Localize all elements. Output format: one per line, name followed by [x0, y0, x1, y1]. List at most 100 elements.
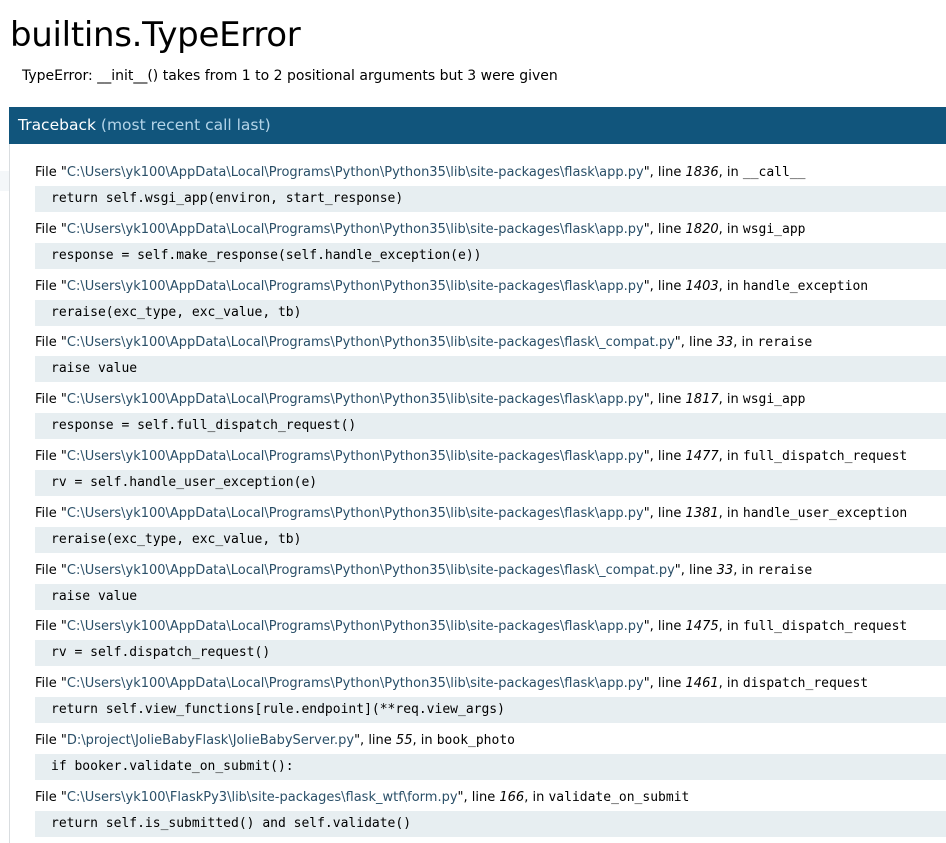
frame-function: __call__ [742, 165, 806, 180]
frame-function: full_dispatch_request [742, 619, 908, 635]
frame-lineno: 33 [716, 562, 734, 578]
traceback-frame[interactable]: File "C:\Users\yk100\AppData\Local\Progr… [35, 390, 946, 440]
frame-function: reraise [757, 335, 813, 351]
left-edge-marker [0, 171, 9, 191]
frame-function: wsgi_app [742, 392, 806, 408]
frame-function: validate_on_submit [548, 789, 690, 805]
frame-filename: C:\Users\yk100\AppData\Local\Programs\Py… [66, 278, 644, 294]
frame-lineno: 1403 [685, 278, 719, 294]
frame-location: File "C:\Users\yk100\AppData\Local\Progr… [35, 390, 946, 410]
frame-location: File "C:\Users\yk100\AppData\Local\Progr… [35, 561, 946, 581]
traceback-frame[interactable]: File "C:\Users\yk100\AppData\Local\Progr… [35, 617, 946, 667]
frame-line-prefix: ", line [643, 221, 686, 237]
frame-source-line[interactable]: if booker.validate_on_submit(): [35, 754, 946, 780]
frame-line-prefix: ", line [643, 278, 686, 294]
frame-location: File "C:\Users\yk100\AppData\Local\Progr… [35, 220, 946, 240]
frame-line-prefix: ", line [643, 505, 686, 521]
frame-filename: C:\Users\yk100\AppData\Local\Programs\Py… [66, 562, 675, 578]
frame-function: book_photo [436, 733, 515, 748]
frame-function: dispatch_request [742, 676, 869, 692]
frame-lineno: 1381 [685, 505, 719, 521]
frame-line-prefix: ", line [674, 335, 717, 351]
frame-function: wsgi_app [742, 221, 806, 237]
frame-in-prefix: , in [718, 392, 743, 408]
frame-function: handle_exception [742, 278, 869, 294]
frame-filename: C:\Users\yk100\AppData\Local\Programs\Py… [66, 221, 644, 237]
frame-source-line[interactable]: reraise(exc_type, exc_value, tb) [35, 299, 946, 326]
frame-file-prefix: File " [35, 335, 67, 351]
frame-in-prefix: , in [718, 676, 743, 692]
traceback-frame[interactable]: File "C:\Users\yk100\AppData\Local\Progr… [35, 163, 946, 212]
frame-line-prefix: ", line [643, 619, 686, 635]
frame-location: File "C:\Users\yk100\AppData\Local\Progr… [35, 504, 946, 524]
frame-in-prefix: , in [524, 789, 549, 805]
frame-location: File "C:\Users\yk100\AppData\Local\Progr… [35, 277, 946, 297]
frame-in-prefix: , in [733, 562, 758, 578]
frame-in-prefix: , in [718, 221, 743, 237]
traceback-frame[interactable]: File "C:\Users\yk100\AppData\Local\Progr… [35, 277, 946, 326]
frame-line-prefix: ", line [354, 733, 396, 748]
traceback-header[interactable]: Traceback (most recent call last) [9, 107, 946, 144]
traceback-frame[interactable]: File "D:\project\JolieBabyFlask\JolieBab… [35, 731, 946, 780]
frame-in-prefix: , in [412, 733, 437, 748]
frame-location: File "C:\Users\yk100\AppData\Local\Progr… [35, 333, 946, 353]
traceback-frame[interactable]: File "C:\Users\yk100\AppData\Local\Progr… [35, 561, 946, 610]
frame-line-prefix: ", line [643, 676, 686, 692]
frame-line-prefix: ", line [457, 789, 500, 805]
frame-in-prefix: , in [718, 619, 743, 635]
traceback-frame[interactable]: File "C:\Users\yk100\AppData\Local\Progr… [35, 674, 946, 724]
traceback-frame[interactable]: File "C:\Users\yk100\AppData\Local\Progr… [35, 333, 946, 383]
traceback-frame[interactable]: File "C:\Users\yk100\AppData\Local\Progr… [35, 504, 946, 553]
frame-function: handle_user_exception [742, 505, 908, 521]
frame-file-prefix: File " [35, 165, 67, 180]
frame-location: File "D:\project\JolieBabyFlask\JolieBab… [35, 731, 946, 751]
page-title: builtins.TypeError [10, 15, 301, 55]
frame-lineno: 55 [395, 733, 413, 748]
frame-line-prefix: ", line [643, 165, 686, 180]
frame-lineno: 1836 [685, 165, 719, 180]
frame-filename: C:\Users\yk100\FlaskPy3\lib\site-package… [66, 789, 458, 805]
frame-source-line[interactable]: reraise(exc_type, exc_value, tb) [35, 526, 946, 553]
traceback-frame[interactable]: File "C:\Users\yk100\AppData\Local\Progr… [35, 447, 946, 496]
frame-filename: C:\Users\yk100\AppData\Local\Programs\Py… [66, 392, 644, 408]
frame-lineno: 33 [716, 335, 734, 351]
frame-filename: C:\Users\yk100\AppData\Local\Programs\Py… [66, 335, 675, 351]
frame-filename: C:\Users\yk100\AppData\Local\Programs\Py… [66, 676, 644, 692]
frame-line-prefix: ", line [643, 449, 686, 464]
error-message: TypeError: __init__() takes from 1 to 2 … [22, 68, 558, 84]
frame-in-prefix: , in [733, 335, 758, 351]
frame-lineno: 166 [499, 789, 525, 805]
frame-file-prefix: File " [35, 221, 67, 237]
frame-file-prefix: File " [35, 733, 67, 748]
frame-file-prefix: File " [35, 789, 67, 805]
traceback-frame[interactable]: File "C:\Users\yk100\AppData\Local\Progr… [35, 220, 946, 269]
traceback-label: Traceback [18, 116, 96, 134]
frame-in-prefix: , in [718, 278, 743, 294]
frame-filename: D:\project\JolieBabyFlask\JolieBabyServe… [66, 733, 355, 748]
frame-source-line[interactable]: rv = self.handle_user_exception(e) [35, 470, 946, 496]
frame-in-prefix: , in [718, 449, 743, 464]
frame-source-line[interactable]: raise value [35, 583, 946, 610]
frame-source-line[interactable]: response = self.make_response(self.handl… [35, 242, 946, 269]
frame-source-line[interactable]: response = self.full_dispatch_request() [35, 413, 946, 440]
traceback-frame[interactable]: File "C:\Users\yk100\FlaskPy3\lib\site-p… [35, 788, 946, 837]
frame-function: reraise [757, 562, 813, 578]
frame-file-prefix: File " [35, 619, 67, 635]
frame-lineno: 1475 [685, 619, 719, 635]
frame-file-prefix: File " [35, 449, 67, 464]
frame-file-prefix: File " [35, 505, 67, 521]
frame-source-line[interactable]: rv = self.dispatch_request() [35, 640, 946, 667]
traceback-note: (most recent call last) [100, 116, 271, 134]
frame-lineno: 1820 [685, 221, 719, 237]
frame-source-line[interactable]: return self.is_submitted() and self.vali… [35, 810, 946, 837]
frame-source-line[interactable]: raise value [35, 356, 946, 383]
frame-location: File "C:\Users\yk100\AppData\Local\Progr… [35, 447, 946, 467]
frame-location: File "C:\Users\yk100\AppData\Local\Progr… [35, 674, 946, 694]
frame-source-line[interactable]: return self.view_functions[rule.endpoint… [35, 697, 946, 724]
frame-lineno: 1477 [685, 449, 719, 464]
frame-source-line[interactable]: return self.wsgi_app(environ, start_resp… [35, 186, 946, 212]
frame-filename: C:\Users\yk100\AppData\Local\Programs\Py… [66, 165, 644, 180]
frame-file-prefix: File " [35, 562, 67, 578]
frame-line-prefix: ", line [674, 562, 717, 578]
frame-location: File "C:\Users\yk100\AppData\Local\Progr… [35, 617, 946, 637]
